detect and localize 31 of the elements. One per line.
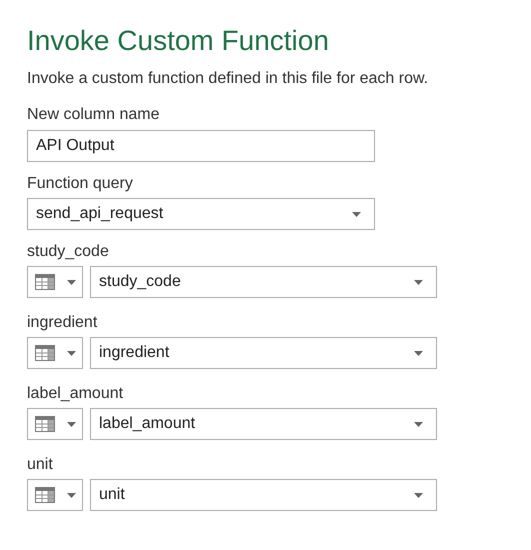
- description-text: Invoke a custom function defined in this file for each row.: [27, 69, 430, 89]
- field-label: unit: [27, 455, 54, 475]
- table-icon: [35, 274, 55, 290]
- type-dropdown[interactable]: [27, 408, 83, 440]
- table-icon: [35, 345, 55, 361]
- type-dropdown[interactable]: [27, 266, 83, 298]
- caret-icon: [67, 422, 76, 426]
- table-icon: [35, 487, 55, 503]
- dropdown[interactable]: study_code: [90, 266, 437, 298]
- text-input[interactable]: API Output: [27, 130, 375, 162]
- table-icon: [35, 416, 55, 432]
- caret-icon: [414, 422, 423, 426]
- dropdown[interactable]: send_api_request: [27, 198, 375, 230]
- caret-icon: [414, 280, 423, 284]
- dialog-title: Invoke Custom Function: [27, 24, 330, 58]
- caret-icon: [67, 280, 76, 284]
- caret-icon: [414, 492, 423, 498]
- caret-icon: [414, 350, 423, 356]
- field-label: New column name: [27, 105, 160, 125]
- field-label: study_code: [27, 242, 110, 262]
- field-label: label_amount: [27, 384, 124, 404]
- caret-icon: [67, 350, 76, 356]
- type-dropdown[interactable]: [27, 337, 83, 369]
- caret-icon: [67, 492, 76, 498]
- type-dropdown[interactable]: [27, 479, 83, 511]
- dropdown[interactable]: unit: [90, 479, 437, 511]
- dropdown[interactable]: label_amount: [90, 408, 437, 440]
- dropdown[interactable]: ingredient: [90, 337, 437, 369]
- field-label: Function query: [27, 174, 134, 194]
- field-label: ingredient: [27, 313, 98, 333]
- caret-icon: [352, 212, 361, 216]
